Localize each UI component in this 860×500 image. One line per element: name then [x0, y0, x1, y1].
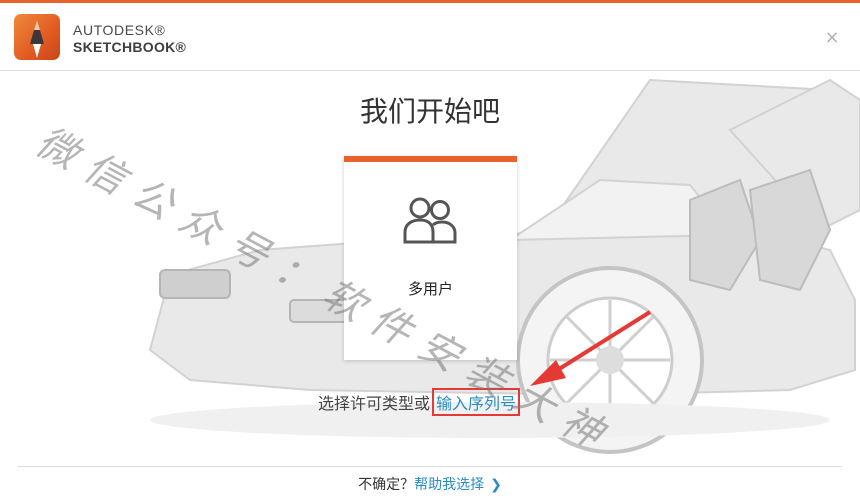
users-icon	[403, 197, 457, 244]
card-label: 多用户	[407, 280, 453, 298]
help-me-choose-link[interactable]: 帮助我选择	[414, 477, 484, 493]
brand-sketchbook-text: SKETCHBOOK®	[73, 39, 187, 55]
chevron-right-icon[interactable]: ❯	[490, 477, 502, 493]
license-prefix-text: 选择许可类型或	[318, 394, 431, 413]
brand-autodesk-text: AUTODESK®	[73, 22, 166, 38]
header-bar: AUTODESK® SKETCHBOOK® ×	[0, 3, 860, 71]
sketchbook-license-window: AUTODESK® SKETCHBOOK® × 我们开始吧 多用户 选择许可类型…	[0, 0, 860, 500]
footer-question: 不确定？	[358, 477, 415, 493]
footer-divider	[18, 466, 842, 467]
close-icon[interactable]: ×	[824, 29, 840, 47]
multi-user-license-card[interactable]: 多用户	[344, 156, 517, 360]
footer-help: 不确定？帮助我选择 ❯	[0, 474, 860, 494]
page-title: 我们开始吧	[359, 95, 500, 128]
enter-serial-link[interactable]: 输入序列号	[432, 388, 521, 416]
sketchbook-logo-icon	[14, 14, 60, 60]
license-choice-row: 选择许可类型或 输入序列号	[318, 388, 521, 416]
